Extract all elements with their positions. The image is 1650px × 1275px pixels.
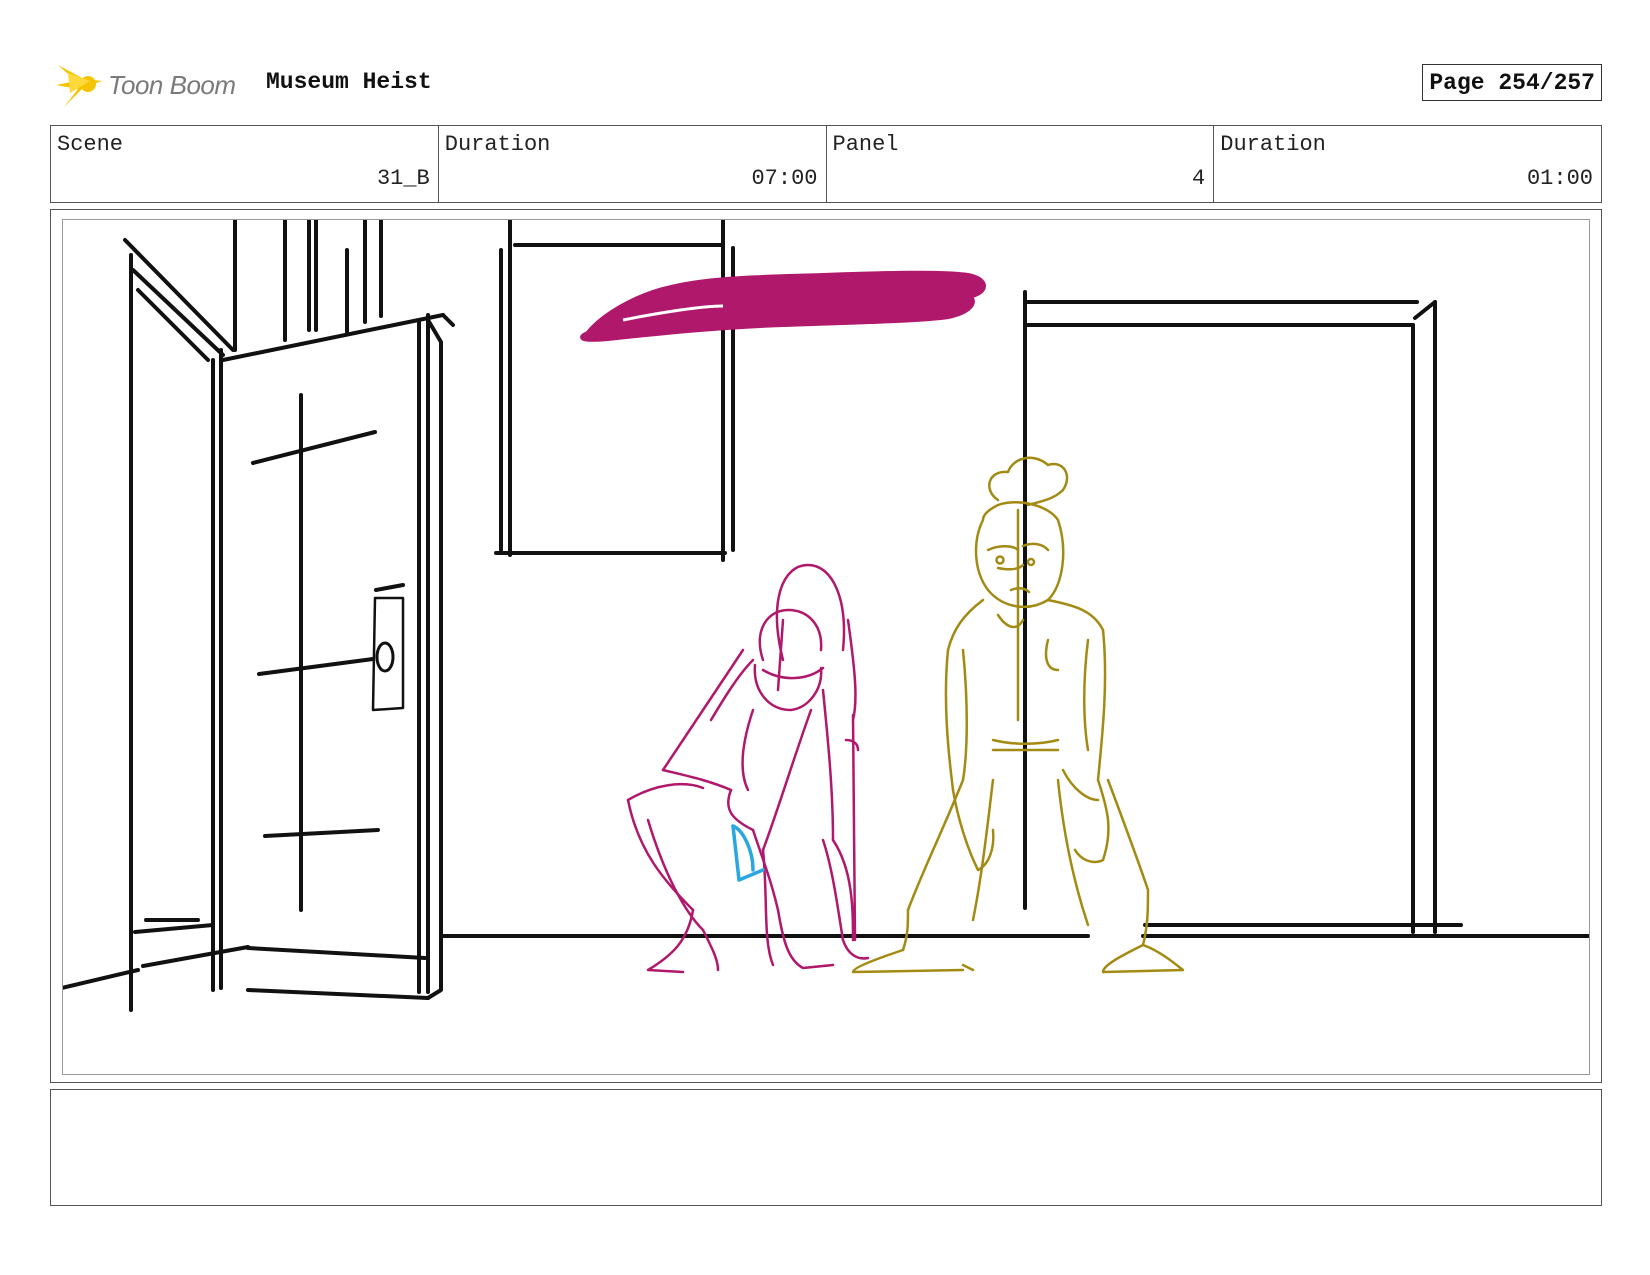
panel-info-row: Scene 31_B Duration 07:00 Panel 4 Durati… xyxy=(50,125,1602,203)
panel-duration-label: Duration xyxy=(1220,132,1326,157)
panel-duration-value: 01:00 xyxy=(1526,166,1593,191)
toon-boom-logo: Toon Boom xyxy=(54,55,236,115)
scene-label: Scene xyxy=(57,132,124,157)
project-title: Museum Heist xyxy=(266,69,432,95)
scene-duration-value: 07:00 xyxy=(751,166,818,191)
background-linework xyxy=(63,220,1589,1012)
panel-notes-box[interactable] xyxy=(50,1089,1602,1206)
panel-label: Panel xyxy=(832,132,899,157)
panel-sketch xyxy=(63,220,1589,1012)
character-olive xyxy=(851,456,1185,974)
page-number: Page 254/257 xyxy=(1422,64,1602,101)
character-magenta xyxy=(626,563,870,974)
panel-value: 4 xyxy=(1192,166,1206,191)
panel-cell: Panel 4 xyxy=(827,126,1215,202)
scene-duration-label: Duration xyxy=(444,132,551,157)
scene-value: 31_B xyxy=(376,166,430,191)
logo-wordmark: Toon Boom xyxy=(108,69,236,100)
panel-duration-cell: Duration 01:00 xyxy=(1214,126,1601,202)
cyan-accent xyxy=(731,824,765,882)
panel-notes-text xyxy=(51,1090,1601,1106)
scene-cell: Scene 31_B xyxy=(51,126,439,202)
storyboard-header: Toon Boom Museum Heist Page 254/257 xyxy=(50,55,1602,115)
scene-duration-cell: Duration 07:00 xyxy=(439,126,827,202)
sketch-area xyxy=(62,219,1590,1075)
panel-frame xyxy=(50,209,1602,1083)
magenta-scribble xyxy=(580,270,986,342)
starburst-icon xyxy=(56,65,102,107)
